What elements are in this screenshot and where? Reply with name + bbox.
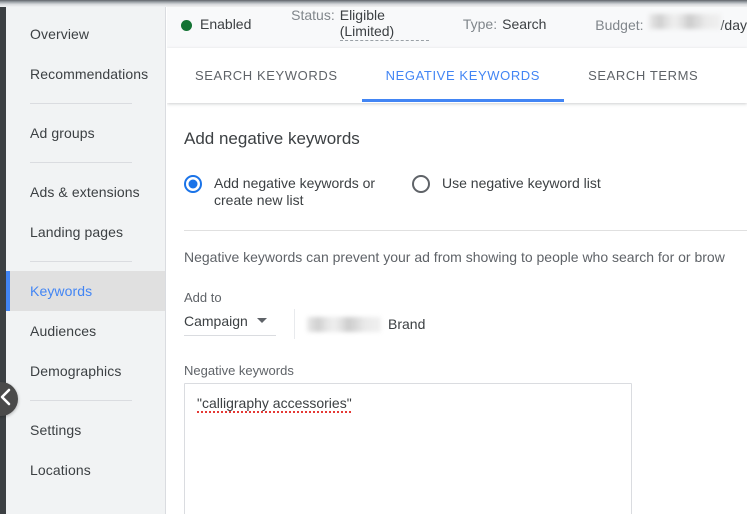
sidebar-item-overview[interactable]: Overview	[6, 14, 165, 54]
status-field: Status: Eligible (Limited)	[291, 7, 429, 41]
sidebar-item-keywords[interactable]: Keywords	[6, 271, 165, 311]
sidebar-divider	[30, 162, 132, 163]
campaign-state[interactable]: Enabled	[181, 16, 251, 32]
sidebar-item-list: Overview Recommendations Ad groups Ads &…	[6, 0, 165, 490]
sidebar-item-audiences[interactable]: Audiences	[6, 311, 165, 351]
sidebar-item-settings[interactable]: Settings	[6, 410, 165, 450]
sidebar-item-label: Ad groups	[30, 125, 95, 141]
campaign-name-suffix: Brand	[388, 316, 426, 332]
status-label: Status:	[291, 7, 335, 23]
helper-text: Negative keywords can prevent your ad fr…	[184, 249, 725, 265]
left-rail	[0, 0, 6, 514]
negative-keywords-input[interactable]: "calligraphy accessories"	[184, 383, 632, 514]
campaign-state-label: Enabled	[200, 16, 252, 32]
chevron-left-icon	[0, 388, 12, 411]
sidebar-item-locations[interactable]: Locations	[6, 450, 165, 490]
sidebar-item-label: Landing pages	[30, 224, 124, 240]
section-divider	[184, 230, 747, 231]
sidebar-item-label: Audiences	[30, 323, 97, 339]
budget-value-redacted	[648, 14, 721, 29]
sidebar-item-label: Keywords	[30, 283, 93, 299]
tab-search-terms[interactable]: SEARCH TERMS	[564, 48, 722, 102]
chevron-down-icon	[256, 318, 267, 323]
radio-icon-unselected[interactable]	[412, 175, 430, 193]
sidebar-item-label: Demographics	[30, 363, 122, 379]
campaign-name-redacted	[307, 316, 381, 332]
add-negative-keywords-panel: Add negative keywords Add negative keywo…	[167, 103, 747, 514]
sidebar-item-label: Recommendations	[30, 66, 149, 82]
radio-option-add-or-create[interactable]: Add negative keywords or create new list	[184, 175, 390, 209]
tab-bar: SEARCH KEYWORDS NEGATIVE KEYWORDS SEARCH…	[167, 48, 747, 103]
main-content: Enabled Status: Eligible (Limited) Type:…	[167, 0, 747, 514]
add-to-scope-select[interactable]: Campaign	[184, 313, 276, 336]
budget-label: Budget:	[595, 17, 644, 33]
radio-option-label: Use negative keyword list	[442, 175, 601, 191]
sidebar-item-recommendations[interactable]: Recommendations	[6, 54, 165, 94]
scope-radio-group: Add negative keywords or create new list…	[184, 175, 747, 209]
sidebar-item-label: Ads & extensions	[30, 184, 140, 200]
tab-label: NEGATIVE KEYWORDS	[385, 67, 541, 83]
budget-field[interactable]: Budget: /day	[595, 14, 747, 33]
radio-icon-selected[interactable]	[184, 175, 202, 193]
sidebar-item-demographics[interactable]: Demographics	[6, 351, 165, 391]
tab-label: SEARCH TERMS	[588, 67, 699, 83]
sidebar-item-ad-groups[interactable]: Ad groups	[6, 113, 165, 153]
sidebar-item-label: Overview	[30, 26, 90, 42]
negative-keywords-label: Negative keywords	[184, 363, 294, 378]
type-field: Type: Search	[463, 16, 547, 32]
sidebar-item-label: Locations	[30, 462, 91, 478]
type-value: Search	[502, 16, 547, 32]
budget-suffix: /day	[720, 17, 747, 33]
tab-label: SEARCH KEYWORDS	[195, 67, 338, 83]
radio-option-use-list[interactable]: Use negative keyword list	[412, 175, 601, 193]
sidebar-divider	[30, 400, 132, 401]
vertical-divider	[294, 309, 295, 339]
status-value[interactable]: Eligible (Limited)	[339, 7, 429, 41]
page-title: Add negative keywords	[184, 129, 360, 148]
sidebar-navigation: Overview Recommendations Ad groups Ads &…	[6, 0, 166, 514]
sidebar-divider	[30, 103, 132, 104]
tab-search-keywords[interactable]: SEARCH KEYWORDS	[171, 48, 362, 102]
status-dot-icon	[181, 19, 192, 31]
sidebar-item-ads-extensions[interactable]: Ads & extensions	[6, 172, 165, 212]
add-to-label: Add to	[184, 290, 222, 305]
google-ads-app: Overview Recommendations Ad groups Ads &…	[0, 0, 747, 514]
radio-option-label: Add negative keywords or create new list	[214, 175, 376, 208]
sidebar-divider	[30, 261, 132, 262]
campaign-status-bar: Enabled Status: Eligible (Limited) Type:…	[167, 0, 747, 48]
negative-keywords-value: "calligraphy accessories"	[197, 395, 352, 413]
add-to-scope-value: Campaign	[184, 312, 248, 329]
tab-negative-keywords[interactable]: NEGATIVE KEYWORDS	[361, 48, 565, 102]
add-to-row: Campaign Brand	[184, 309, 747, 339]
selected-campaign[interactable]: Brand	[307, 316, 425, 332]
sidebar-item-label: Settings	[30, 422, 82, 438]
sidebar-item-landing-pages[interactable]: Landing pages	[6, 212, 165, 252]
type-label: Type:	[462, 16, 498, 32]
